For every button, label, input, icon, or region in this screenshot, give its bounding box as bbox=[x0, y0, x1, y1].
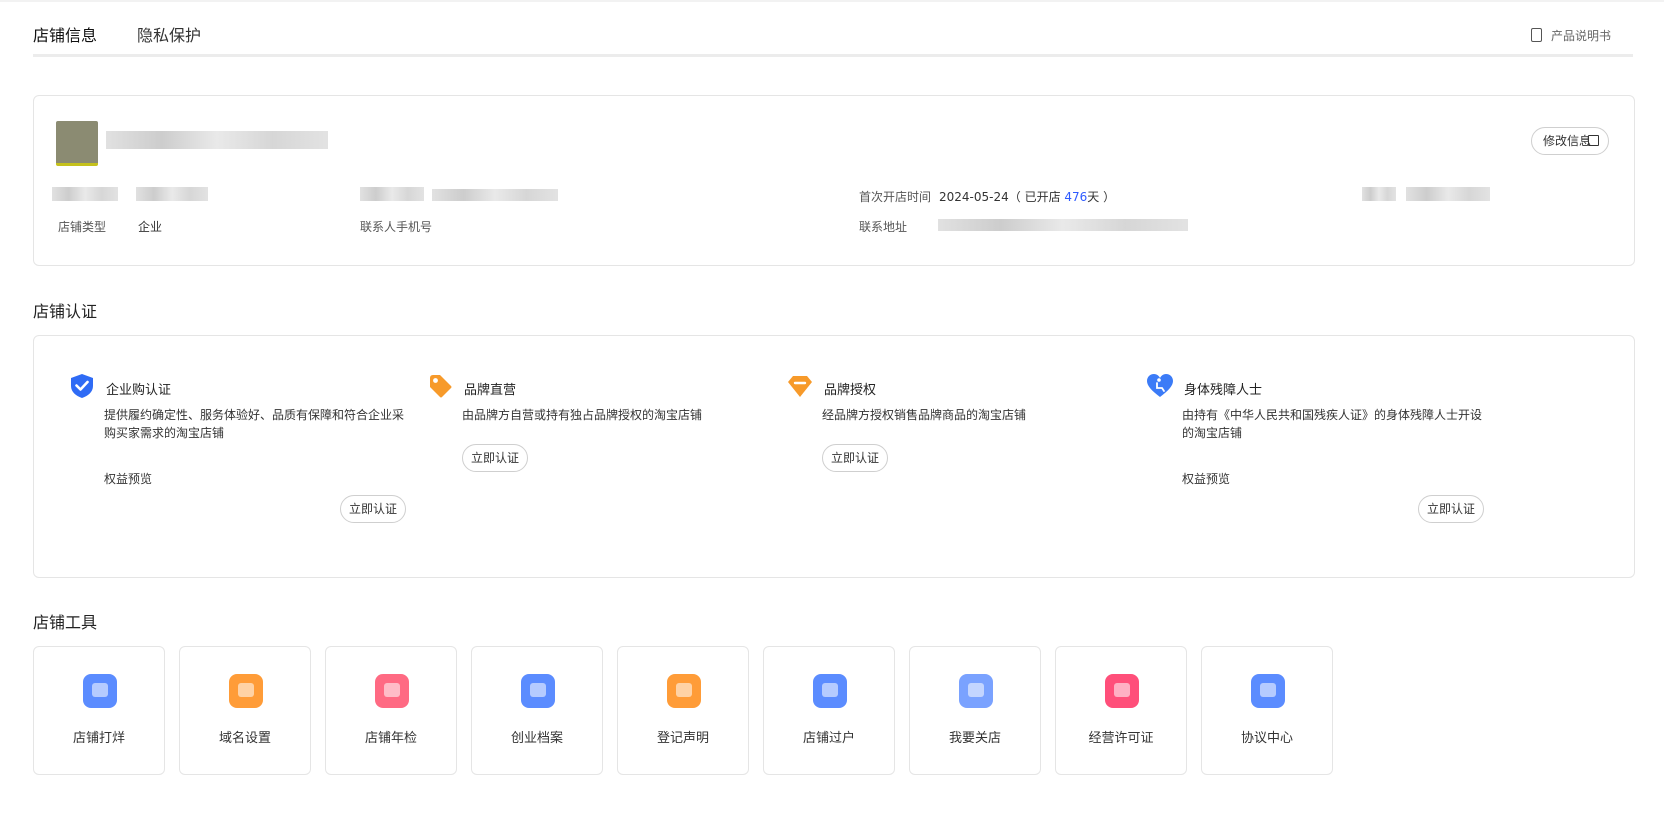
cert-title: 企业购认证 bbox=[106, 383, 172, 398]
tool-label: 我要关店 bbox=[948, 731, 1001, 746]
heart-accessibility-icon bbox=[1147, 374, 1173, 397]
certification-card: 企业购认证 提供履约确定性、服务体验好、品质有保障和符合企业采购买家需求的淘宝店… bbox=[33, 335, 1635, 578]
cert-title: 品牌直营 bbox=[464, 383, 517, 398]
benefit-preview-link[interactable]: 权益预览 bbox=[1182, 470, 1230, 487]
tool-label: 登记声明 bbox=[656, 731, 709, 746]
benefit-preview-link[interactable]: 权益预览 bbox=[104, 470, 152, 487]
declaration-icon bbox=[667, 674, 701, 708]
shop-name-redacted bbox=[106, 131, 328, 149]
cert-description: 提供履约确定性、服务体验好、品质有保障和符合企业采购买家需求的淘宝店铺 bbox=[104, 408, 405, 440]
edit-info-button[interactable]: 修改信息 bbox=[1531, 127, 1609, 155]
open-time-label: 首次开店时间 bbox=[859, 190, 932, 204]
open-days-count: 476 bbox=[1064, 190, 1088, 204]
redacted-value bbox=[1406, 187, 1490, 201]
cert-title: 身体残障人士 bbox=[1184, 383, 1263, 398]
tool-tile[interactable]: 我要关店 bbox=[909, 646, 1041, 775]
tool-label: 店铺过户 bbox=[802, 731, 855, 746]
top-border bbox=[0, 0, 1664, 2]
shop-type-label: 店铺类型 bbox=[58, 220, 107, 234]
shop-type-value: 企业 bbox=[138, 220, 163, 234]
shop-close-icon bbox=[83, 674, 117, 708]
shop-info-card: 修改信息 首次开店时间 2024-05-24（ 已开店 476天 ） 店铺类型 … bbox=[33, 95, 1635, 266]
tool-label: 域名设置 bbox=[218, 731, 271, 746]
redacted-label bbox=[1362, 187, 1396, 201]
redacted-label bbox=[360, 187, 424, 201]
tool-tile[interactable]: 店铺打烊 bbox=[33, 646, 165, 775]
tab-privacy[interactable]: 隐私保护 bbox=[137, 22, 201, 46]
tool-label: 经营许可证 bbox=[1088, 731, 1154, 746]
tool-label: 店铺打烊 bbox=[72, 731, 125, 746]
certification-section-title: 店铺认证 bbox=[33, 302, 98, 321]
shop-avatar bbox=[56, 121, 98, 166]
agreement-icon bbox=[1251, 674, 1285, 708]
book-icon bbox=[1531, 28, 1542, 42]
transfer-icon bbox=[813, 674, 847, 708]
tool-tile[interactable]: 协议中心 bbox=[1201, 646, 1333, 775]
manual-label: 产品说明书 bbox=[1551, 29, 1612, 43]
tab-divider bbox=[33, 54, 1633, 57]
contact-phone-label: 联系人手机号 bbox=[360, 220, 433, 234]
redacted-value bbox=[136, 187, 208, 201]
tool-label: 协议中心 bbox=[1240, 731, 1293, 746]
open-date: 2024-05-24 bbox=[939, 190, 1009, 204]
address-redacted bbox=[938, 219, 1188, 231]
archive-icon bbox=[521, 674, 555, 708]
shield-search-icon bbox=[375, 674, 409, 708]
open-time-value: 2024-05-24（ 已开店 476天 ） bbox=[939, 188, 1115, 205]
certify-now-button[interactable]: 立即认证 bbox=[822, 444, 888, 472]
license-folder-icon bbox=[1105, 674, 1139, 708]
tag-icon bbox=[430, 375, 452, 398]
edit-info-label: 修改信息 bbox=[1543, 134, 1592, 148]
cert-description: 由持有《中华人民共和国残疾人证》的身体残障人士开设的淘宝店铺 bbox=[1182, 408, 1483, 440]
open-days-prefix: （ 已开店 bbox=[1008, 190, 1065, 204]
tools-section-title: 店铺工具 bbox=[33, 613, 98, 632]
certify-now-button[interactable]: 立即认证 bbox=[462, 444, 528, 472]
tool-tile[interactable]: 创业档案 bbox=[471, 646, 603, 775]
domain-icon bbox=[229, 674, 263, 708]
redacted-label bbox=[52, 187, 118, 201]
cert-description: 由品牌方自营或持有独占品牌授权的淘宝店铺 bbox=[462, 408, 703, 422]
tool-tile[interactable]: 登记声明 bbox=[617, 646, 749, 775]
external-link-icon bbox=[1588, 135, 1599, 146]
product-manual-link[interactable]: 产品说明书 bbox=[1531, 27, 1611, 44]
diamond-icon bbox=[788, 376, 812, 397]
shield-check-icon bbox=[71, 374, 93, 398]
tab-shop-info[interactable]: 店铺信息 bbox=[33, 22, 97, 46]
open-days-suffix: 天 ） bbox=[1087, 190, 1116, 204]
certify-now-button[interactable]: 立即认证 bbox=[1418, 495, 1484, 523]
tool-label: 店铺年检 bbox=[364, 731, 417, 746]
tool-tile[interactable]: 域名设置 bbox=[179, 646, 311, 775]
close-shop-icon bbox=[959, 674, 993, 708]
tool-tile[interactable]: 店铺过户 bbox=[763, 646, 895, 775]
tool-tile[interactable]: 店铺年检 bbox=[325, 646, 457, 775]
tab-bar: 店铺信息 隐私保护 bbox=[33, 18, 1633, 58]
contact-address-label: 联系地址 bbox=[859, 220, 908, 234]
cert-title: 品牌授权 bbox=[824, 383, 877, 398]
tool-tile[interactable]: 经营许可证 bbox=[1055, 646, 1187, 775]
tool-label: 创业档案 bbox=[510, 731, 563, 746]
certify-now-button[interactable]: 立即认证 bbox=[340, 495, 406, 523]
cert-description: 经品牌方授权销售品牌商品的淘宝店铺 bbox=[822, 408, 1027, 422]
redacted-value bbox=[432, 189, 558, 201]
